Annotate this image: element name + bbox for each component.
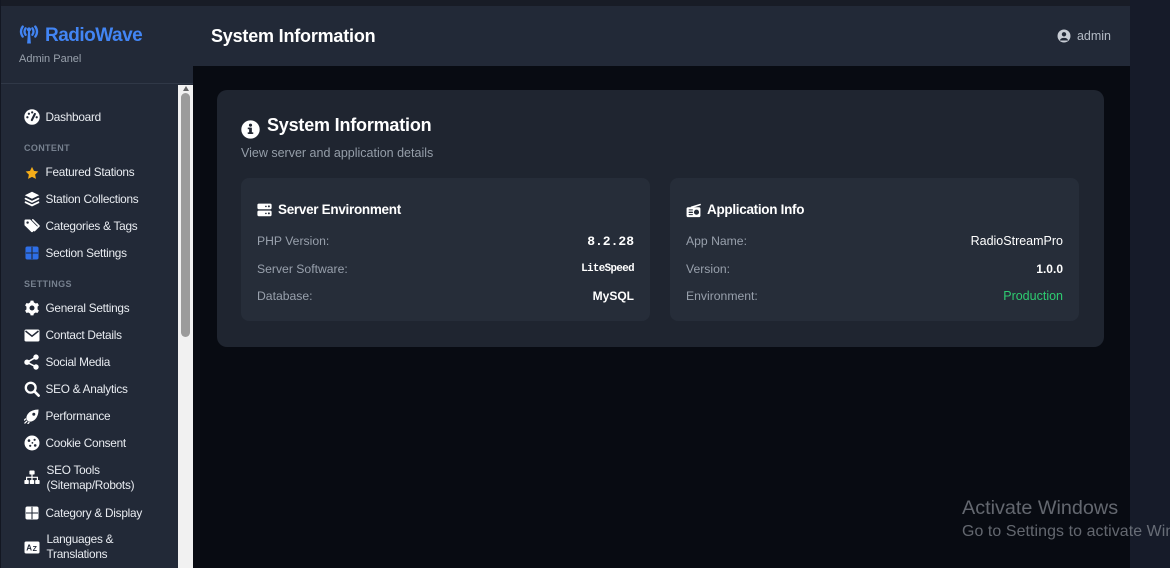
svg-text:A: A: [26, 543, 32, 552]
